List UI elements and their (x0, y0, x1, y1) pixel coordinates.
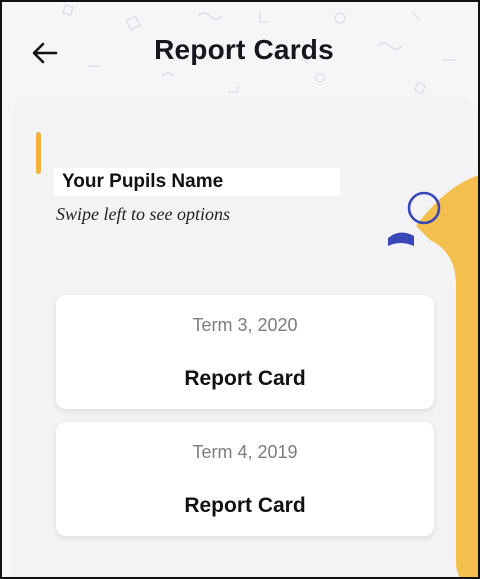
content-sheet: Your Pupils Name Swipe left to see optio… (10, 96, 478, 577)
app-screen: Report Cards Your Pupils Name Swipe left… (0, 0, 480, 579)
page-title: Report Cards (154, 34, 334, 65)
report-card-title: Report Card (184, 494, 306, 517)
report-card-item[interactable]: Term 3, 2020 Report Card (56, 295, 434, 409)
accent-bar (36, 132, 41, 174)
pupil-name: Your Pupils Name (54, 168, 340, 196)
report-card-term: Term 3, 2020 (192, 315, 298, 335)
report-card-term: Term 4, 2019 (192, 442, 298, 462)
report-card-item[interactable]: Term 4, 2019 Report Card (56, 422, 434, 536)
app-header: Report Cards (2, 2, 478, 92)
report-card-title: Report Card (184, 367, 306, 390)
swipe-hint: Swipe left to see options (56, 204, 230, 224)
